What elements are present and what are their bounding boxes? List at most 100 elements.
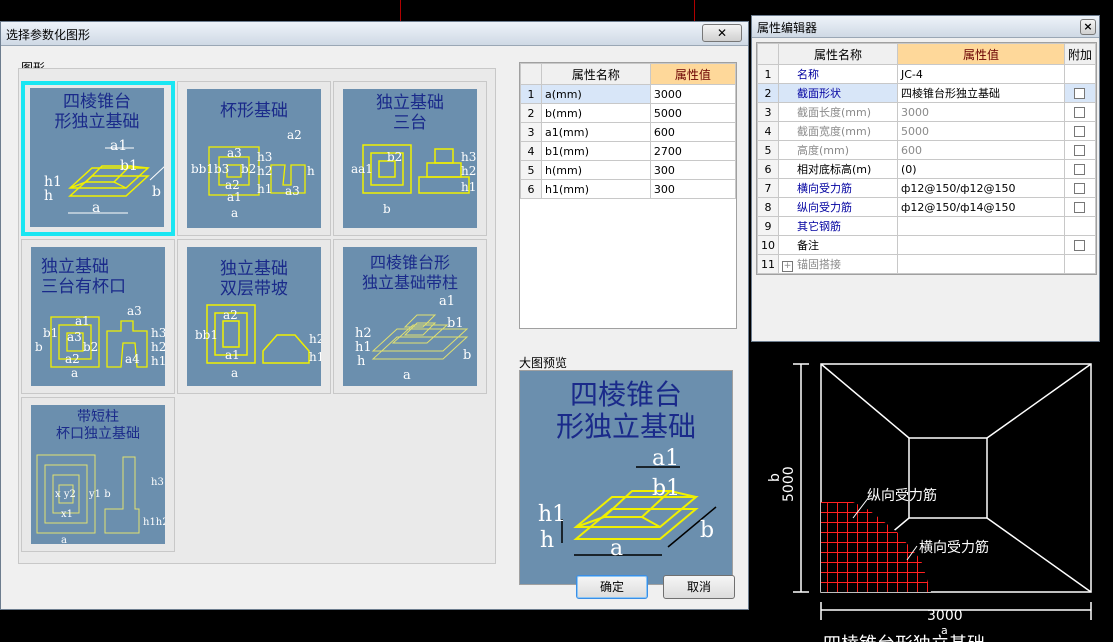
property-value[interactable]: [897, 235, 1065, 255]
svg-text:a2: a2: [287, 128, 302, 142]
extra-checkbox[interactable]: [1074, 126, 1086, 137]
extra-checkbox[interactable]: [1074, 164, 1086, 175]
property-row[interactable]: 6 相对底标高(m) (0): [757, 159, 1097, 179]
property-extra-cell: [1063, 121, 1097, 141]
extra-checkbox[interactable]: [1074, 183, 1086, 194]
property-row[interactable]: 10 备注: [757, 235, 1097, 255]
property-row[interactable]: 8 纵向受力筋 ф12@150/ф14@150: [757, 197, 1097, 217]
param-value-input[interactable]: 600: [649, 122, 737, 142]
shape-tile-truncated-pyramid[interactable]: 四棱锥台 形独立基础 a1 b1 h1 h a b: [21, 81, 175, 236]
shape-gallery: 四棱锥台 形独立基础 a1 b1 h1 h a b 杯形基础 a3 a2 bb1…: [18, 68, 496, 564]
property-extra-cell: [1063, 254, 1097, 274]
dialog-titlebar[interactable]: 选择参数化图形 ✕: [1, 22, 748, 46]
expand-plus-icon[interactable]: +: [782, 261, 793, 272]
shape-drawing: a3a2 bb1b3 b2 h3h2h1 ha3 a2a1a: [191, 128, 315, 220]
svg-text:h: h: [357, 354, 366, 369]
cad-section-preview: 纵向受力筋 横向受力筋 3000 a b 5000 四棱锥台形独立基础: [757, 342, 1113, 642]
svg-text:b1: b1: [652, 476, 680, 501]
extra-checkbox[interactable]: [1074, 107, 1086, 118]
shape-thumbnail: 独立基础 双层带坡 a2 bb1 h2 h1 a1 a: [187, 247, 321, 386]
svg-text:h2: h2: [461, 164, 476, 178]
shape-drawing: a1b1 h1h ab: [44, 138, 164, 216]
svg-text:b2: b2: [241, 162, 256, 176]
property-row[interactable]: 7 横向受力筋 ф12@150/ф12@150: [757, 178, 1097, 198]
property-extra-cell: [1063, 140, 1097, 160]
extra-checkbox[interactable]: [1074, 240, 1086, 251]
cancel-button[interactable]: 取消: [663, 575, 735, 599]
select-shape-dialog: 选择参数化图形 ✕ 图形 四棱锥台形独立基础: [0, 21, 749, 610]
svg-text:y1 b: y1 b: [88, 489, 111, 500]
param-row[interactable]: 1 a(mm) 3000: [520, 84, 737, 104]
param-row[interactable]: 2 b(mm) 5000: [520, 103, 737, 123]
svg-text:h: h: [307, 164, 315, 178]
svg-text:a1: a1: [439, 294, 455, 309]
param-name: b(mm): [541, 103, 651, 123]
shape-tile-three-step-cup[interactable]: 独立基础 三台有杯口 a1 a3 b1 a3 b b2 h3 h2 h1 a2 a4: [21, 239, 175, 394]
shape-drawing: a1 b1 h2h1h a b: [355, 294, 471, 383]
param-value-input[interactable]: 5000: [649, 103, 737, 123]
svg-text:a1: a1: [110, 138, 127, 154]
param-row[interactable]: 4 b1(mm) 2700: [520, 141, 737, 161]
extra-checkbox[interactable]: [1074, 145, 1086, 156]
property-row-number: 5: [757, 140, 779, 160]
property-value[interactable]: (0): [897, 159, 1065, 179]
property-value[interactable]: 600: [897, 140, 1065, 160]
property-row[interactable]: 2 截面形状 四棱锥台形独立基础: [757, 83, 1097, 103]
dialog-close-button[interactable]: ✕: [702, 24, 742, 42]
svg-text:h1: h1: [355, 340, 372, 355]
property-value[interactable]: 3000: [897, 102, 1065, 122]
svg-text:h2: h2: [355, 326, 372, 341]
property-name: 截面宽度(mm): [778, 121, 898, 141]
property-value[interactable]: [897, 254, 1065, 274]
param-row[interactable]: 5 h(mm) 300: [520, 160, 737, 180]
property-extra-cell: [1063, 197, 1097, 217]
param-row[interactable]: 3 a1(mm) 600: [520, 122, 737, 142]
shape-tile-cup[interactable]: 杯形基础 a3 a2 bb1b3 b2 h3 h2 h1 h a3 a2 a1 a: [177, 81, 331, 236]
property-row[interactable]: 9 其它钢筋: [757, 216, 1097, 236]
property-row[interactable]: 4 截面宽度(mm) 5000: [757, 121, 1097, 141]
editor-close-button[interactable]: ×: [1080, 19, 1096, 35]
property-name: 纵向受力筋: [778, 197, 898, 217]
shape-tile-double-slope[interactable]: 独立基础 双层带坡 a2 bb1 h2 h1 a1 a: [177, 239, 331, 394]
property-value[interactable]: ф12@150/ф14@150: [897, 197, 1065, 217]
property-row[interactable]: 3 截面长度(mm) 3000: [757, 102, 1097, 122]
extra-checkbox[interactable]: [1074, 88, 1086, 99]
extra-checkbox[interactable]: [1074, 202, 1086, 213]
svg-text:h1h2: h1h2: [143, 517, 165, 528]
svg-text:b: b: [383, 202, 391, 216]
property-row[interactable]: 11 + 锚固搭接: [757, 254, 1097, 274]
property-value[interactable]: 5000: [897, 121, 1065, 141]
svg-text:a: a: [610, 536, 623, 561]
svg-text:b2: b2: [387, 150, 402, 164]
param-name: b1(mm): [541, 141, 651, 161]
shape-drawing: a2 bb1 h2 h1 a1 a: [195, 304, 321, 380]
property-value[interactable]: 四棱锥台形独立基础: [897, 83, 1065, 103]
shape-tile-three-step[interactable]: 独立基础 三台 aa1 b2 h3 h2 h1 b: [333, 81, 487, 236]
section-drawing: 纵向受力筋 横向受力筋 3000 a b 5000 四棱锥台形独立基础: [767, 363, 1092, 642]
param-value-input[interactable]: 2700: [649, 141, 737, 161]
svg-text:h: h: [44, 188, 53, 204]
param-value-input[interactable]: 300: [649, 160, 737, 180]
ok-button[interactable]: 确定: [576, 575, 648, 599]
property-row[interactable]: 5 高度(mm) 600: [757, 140, 1097, 160]
svg-text:h2: h2: [309, 332, 321, 346]
shape-tile-short-column-cup[interactable]: 带短柱杯口独立基础 x y2x1 y1 ba h1h2h3: [21, 397, 175, 552]
property-row-number: 7: [757, 178, 779, 198]
shape-drawing: a1 a3 b1 a3 b b2 h3h2h1 a2 a4 a: [35, 304, 165, 380]
svg-text:a3: a3: [127, 304, 142, 318]
property-value[interactable]: ф12@150/ф12@150: [897, 178, 1065, 198]
property-editor-panel: 属性编辑器 × 属性名称 属性值 附加 1 名称 JC-4 2 截面形状 四棱锥…: [751, 15, 1100, 342]
property-name: 截面长度(mm): [778, 102, 898, 122]
property-value[interactable]: [897, 216, 1065, 236]
shape-thumbnail: 杯形基础 a3 a2 bb1b3 b2 h3 h2 h1 h a3 a2 a1 a: [187, 89, 321, 228]
svg-text:h2: h2: [151, 340, 165, 354]
editor-title: 属性编辑器: [757, 21, 818, 35]
property-value[interactable]: JC-4: [897, 64, 1065, 84]
property-extra-cell: [1063, 235, 1097, 255]
shape-tile-pyramid-with-column[interactable]: 四棱锥台形 独立基础带柱 a1 b1 h2 h1 h ab: [333, 239, 487, 394]
param-row[interactable]: 6 h1(mm) 300: [520, 179, 737, 199]
param-value-input[interactable]: 300: [649, 179, 737, 199]
param-value-input[interactable]: 3000: [649, 84, 737, 104]
property-row[interactable]: 1 名称 JC-4: [757, 64, 1097, 84]
editor-titlebar[interactable]: 属性编辑器 ×: [752, 16, 1099, 38]
